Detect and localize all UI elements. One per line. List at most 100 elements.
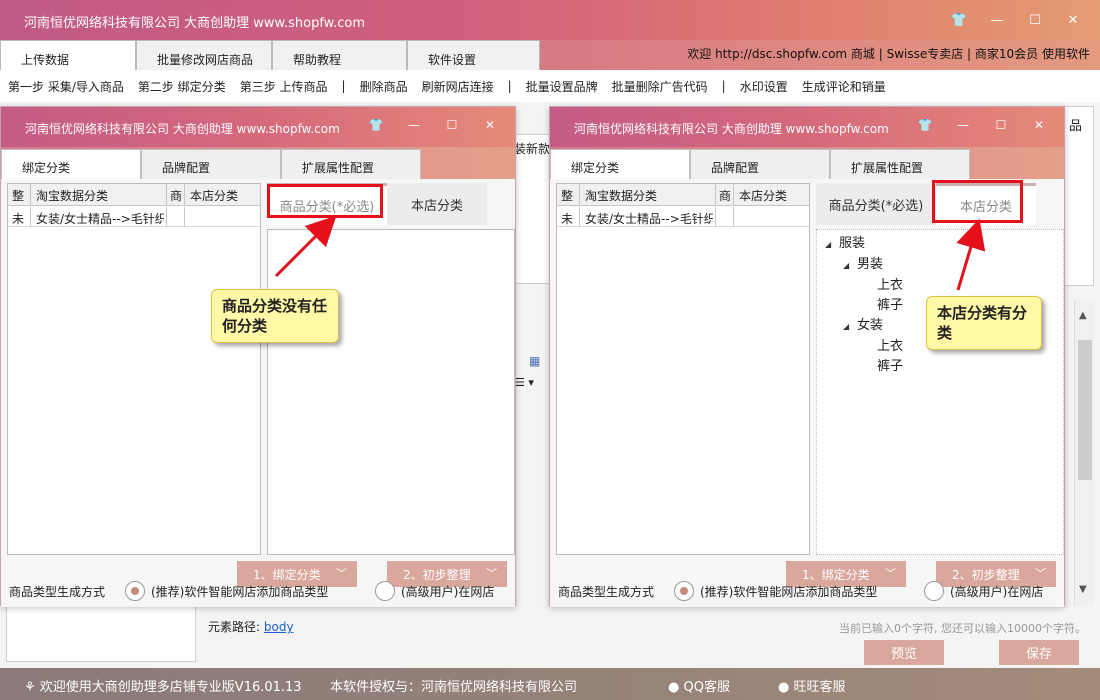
grid-cell: 未 bbox=[561, 212, 574, 226]
tree-node-label: 裤子 bbox=[877, 359, 904, 374]
close-icon[interactable]: ✕ bbox=[1054, 10, 1092, 30]
tab-brand-config[interactable]: 品牌配置 bbox=[141, 149, 281, 179]
tab-brand-config[interactable]: 品牌配置 bbox=[690, 149, 830, 179]
maximize-icon[interactable]: ☐ bbox=[1016, 10, 1054, 30]
shop-category-tree[interactable]: ◢ 服装 ◢ 男装 上衣 裤子 ◢ 女装 上衣 裤子 bbox=[816, 229, 1064, 555]
tree-node[interactable]: ◢ 服装 bbox=[825, 234, 903, 255]
qq-service[interactable]: ● QQ客服 bbox=[668, 676, 730, 695]
grid-header-cell: 淘宝数据分类 bbox=[36, 189, 109, 203]
chevron-down-icon: ﹀ bbox=[486, 567, 497, 580]
reviews-link[interactable]: 生成评论和销量 bbox=[802, 78, 886, 95]
gen-method-label: 商品类型生成方式 bbox=[9, 585, 106, 599]
refresh-connection-link[interactable]: 刷新网店连接 bbox=[422, 78, 494, 95]
qq-icon: ● bbox=[668, 680, 680, 695]
tab-goods-category[interactable]: 商品分类(*必选) bbox=[816, 183, 936, 225]
type-generation-row: 商品类型生成方式 (推荐)软件智能网店添加商品类型 (高级用户)在网店 bbox=[7, 581, 521, 603]
category-mapping-grid[interactable]: 整 淘宝数据分类 商 本店分类 未 女装/女士精品-->毛针织 bbox=[556, 183, 810, 555]
goods-category-tree-empty[interactable] bbox=[267, 229, 515, 555]
tab-bind-category[interactable]: 绑定分类 bbox=[550, 149, 690, 179]
tab-bind-category[interactable]: 绑定分类 bbox=[1, 149, 141, 179]
radio-advanced[interactable] bbox=[924, 581, 944, 601]
radio-recommended[interactable] bbox=[674, 581, 694, 601]
char-counter: 当前已输入0个字符, 您还可以输入10000个字符。 bbox=[839, 622, 1086, 635]
radio-recommended[interactable] bbox=[125, 581, 145, 601]
minimize-icon[interactable]: — bbox=[978, 10, 1016, 30]
background-peek-text-right: 品 bbox=[1069, 119, 1083, 134]
step-3-link[interactable]: 第三步 上传商品 bbox=[240, 78, 328, 95]
separator: | bbox=[507, 79, 512, 93]
tab-upload-data[interactable]: 上传数据 bbox=[0, 40, 136, 70]
minimize-icon[interactable]: — bbox=[944, 118, 982, 132]
dialog-title-bar: 河南恒优网络科技有限公司 大商创助理 www.shopfw.com 👕 — ☐ … bbox=[1, 107, 515, 147]
wangwang-icon: ● bbox=[778, 680, 790, 695]
close-icon[interactable]: ✕ bbox=[471, 118, 509, 132]
status-license: 本软件授权与：河南恒优网络科技有限公司 bbox=[330, 680, 578, 695]
grid-cell: 女装/女士精品-->毛针织 bbox=[585, 212, 713, 226]
tab-shop-category[interactable]: 本店分类 bbox=[387, 183, 487, 225]
tree-node-label: 上衣 bbox=[877, 339, 904, 354]
close-icon[interactable]: ✕ bbox=[1020, 118, 1058, 132]
skin-shirt-icon[interactable]: 👕 bbox=[906, 118, 944, 132]
tree-node[interactable]: ◢ 男装 bbox=[825, 255, 903, 276]
batch-brand-link[interactable]: 批量设置品牌 bbox=[526, 78, 598, 95]
callout-shop-category-exists: 本店分类有分类 bbox=[926, 296, 1042, 350]
tree-node[interactable]: 裤子 bbox=[825, 357, 903, 377]
skin-shirt-icon[interactable]: 👕 bbox=[940, 10, 978, 30]
tree-node[interactable]: ◢ 女装 bbox=[825, 316, 903, 337]
tab-extended-attributes[interactable]: 扩展属性配置 bbox=[281, 149, 421, 179]
tab-help[interactable]: 帮助教程 bbox=[272, 40, 407, 70]
tree-node[interactable]: 上衣 bbox=[825, 337, 903, 357]
tab-settings[interactable]: 软件设置 bbox=[407, 40, 540, 70]
step-2-link[interactable]: 第二步 绑定分类 bbox=[138, 78, 226, 95]
highlight-goods-category-tab bbox=[267, 184, 383, 218]
main-window-controls: 👕 — ☐ ✕ bbox=[940, 10, 1092, 30]
tree-node[interactable]: 裤子 bbox=[825, 296, 903, 316]
save-button[interactable]: 保存 bbox=[999, 640, 1079, 665]
skin-shirt-icon[interactable]: 👕 bbox=[357, 118, 395, 132]
tree-node[interactable]: 上衣 bbox=[825, 276, 903, 296]
status-welcome: ⚘ 欢迎使用大商创助理多店铺专业版V16.01.13 bbox=[24, 676, 302, 695]
tab-batch-edit[interactable]: 批量修改网店商品 bbox=[136, 40, 272, 70]
radio-advanced[interactable] bbox=[375, 581, 395, 601]
watermark-link[interactable]: 水印设置 bbox=[740, 78, 788, 95]
editor-toolbar-peek: ▦ ☰ ▾ bbox=[515, 354, 551, 396]
dialog-title: 河南恒优网络科技有限公司 大商创助理 www.shopfw.com bbox=[574, 122, 889, 136]
collapse-triangle-icon[interactable]: ◢ bbox=[843, 317, 857, 337]
category-mapping-grid[interactable]: 整 淘宝数据分类 商 本店分类 未 女装/女士精品-->毛针织 bbox=[7, 183, 261, 555]
main-title-bar: 河南恒优网络科技有限公司 大商创助理 www.shopfw.com 👕 — ☐ … bbox=[0, 0, 1100, 40]
minimize-icon[interactable]: — bbox=[395, 118, 433, 132]
chevron-down-icon: ﹀ bbox=[1035, 567, 1046, 580]
chevron-down-icon: ﹀ bbox=[336, 567, 347, 580]
background-grid-peek: 装新款 bbox=[514, 134, 551, 284]
initial-tidy-label: 2、初步整理 bbox=[403, 567, 471, 582]
collapse-triangle-icon[interactable]: ◢ bbox=[825, 235, 839, 255]
scroll-up-icon[interactable]: ▲ bbox=[1079, 310, 1087, 321]
highlight-shop-category-tab bbox=[932, 180, 1023, 223]
tab-extended-attributes[interactable]: 扩展属性配置 bbox=[830, 149, 970, 179]
scroll-down-icon[interactable]: ▼ bbox=[1079, 584, 1087, 595]
status-welcome-text: 欢迎使用大商创助理多店铺专业版V16.01.13 bbox=[39, 680, 302, 695]
radio-recommended-label: (推荐)软件智能网店添加商品类型 bbox=[700, 585, 878, 599]
collapse-triangle-icon[interactable]: ◢ bbox=[843, 256, 857, 276]
radio-advanced-label: (高级用户)在网店 bbox=[401, 585, 495, 599]
grid-header: 整 淘宝数据分类 商 本店分类 bbox=[557, 184, 809, 206]
maximize-icon[interactable]: ☐ bbox=[982, 118, 1020, 132]
table-row[interactable]: 未 女装/女士精品-->毛针织 bbox=[8, 207, 260, 227]
table-row[interactable]: 未 女装/女士精品-->毛针织 bbox=[557, 207, 809, 227]
scroll-thumb[interactable] bbox=[1078, 340, 1092, 480]
bind-category-label: 1、绑定分类 bbox=[802, 567, 870, 582]
dialog-body: 整 淘宝数据分类 商 本店分类 未 女装/女士精品-->毛针织 商品分类(*必选… bbox=[550, 179, 1064, 607]
step-1-link[interactable]: 第一步 采集/导入商品 bbox=[8, 78, 124, 95]
grid-cell: 女装/女士精品-->毛针织 bbox=[36, 212, 164, 226]
grid-header: 整 淘宝数据分类 商 本店分类 bbox=[8, 184, 260, 206]
element-path-link[interactable]: body bbox=[264, 620, 294, 634]
maximize-icon[interactable]: ☐ bbox=[433, 118, 471, 132]
dialog-title-bar: 河南恒优网络科技有限公司 大商创助理 www.shopfw.com 👕 — ☐ … bbox=[550, 107, 1064, 147]
wangwang-service[interactable]: ● 旺旺客服 bbox=[778, 676, 846, 695]
grid-header-cell: 商 bbox=[719, 189, 732, 203]
delete-goods-link[interactable]: 删除商品 bbox=[360, 78, 408, 95]
batch-ad-delete-link[interactable]: 批量删除广告代码 bbox=[612, 78, 708, 95]
chevron-down-icon: ﹀ bbox=[885, 567, 896, 580]
main-scrollbar[interactable]: ▲ ▼ bbox=[1074, 300, 1094, 606]
preview-button[interactable]: 预览 bbox=[864, 640, 944, 665]
